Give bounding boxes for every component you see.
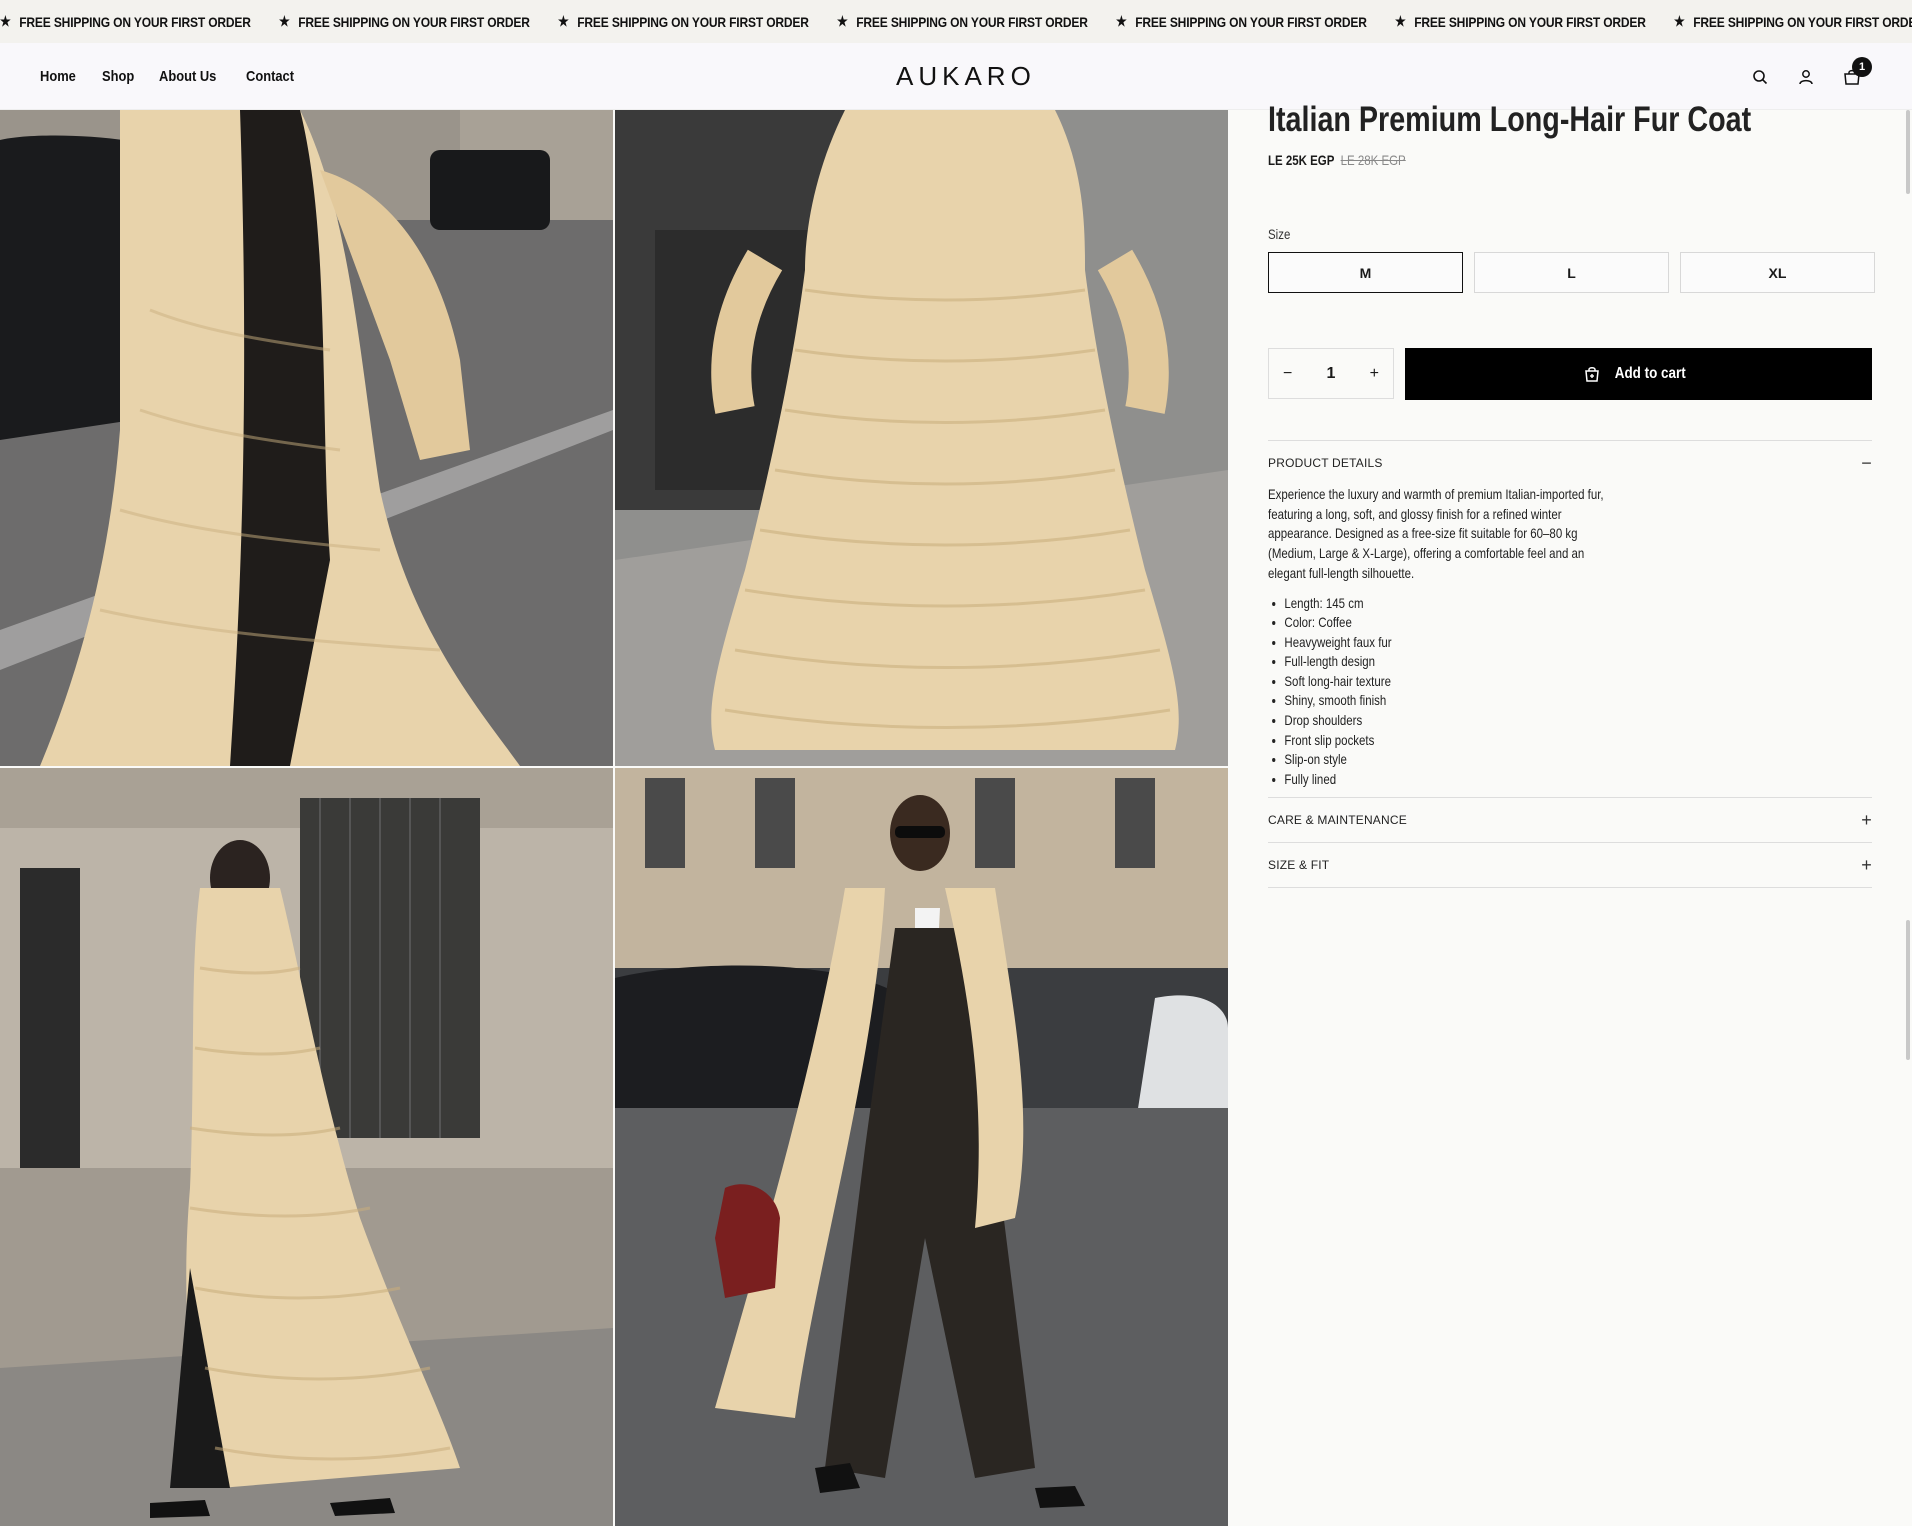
site-logo[interactable]: AUKARO — [896, 61, 1036, 92]
size-option-xl[interactable]: XL — [1680, 252, 1875, 293]
accordion-header-care[interactable]: CARE & MAINTENANCE + — [1268, 798, 1872, 842]
product-image-1[interactable] — [0, 110, 613, 766]
announcement-bar: ★ FREE SHIPPING ON YOUR FIRST ORDER ★ FREE… — [0, 0, 1912, 43]
size-label: Size — [1268, 226, 1291, 242]
account-icon[interactable] — [1796, 67, 1816, 87]
star-icon: ★ — [1395, 13, 1406, 29]
product-image-2[interactable] — [615, 110, 1228, 766]
announcement-item: ★ FREE SHIPPING ON YOUR FIRST ORDER — [837, 13, 1088, 30]
announcement-item: ★ FREE SHIPPING ON YOUR FIRST ORDER — [1674, 13, 1912, 30]
feature-item: Slip-on style — [1284, 750, 1763, 770]
compare-price: LE 28K EGP — [1340, 152, 1406, 168]
announcement-item: ★ FREE SHIPPING ON YOUR FIRST ORDER — [0, 13, 251, 30]
star-icon: ★ — [0, 13, 11, 29]
accordion-header-size-fit[interactable]: SIZE & FIT + — [1268, 843, 1872, 887]
accordion-title: CARE & MAINTENANCE — [1268, 813, 1407, 827]
product-features-list: Length: 145 cm Color: Coffee Heavyweight… — [1268, 594, 1763, 790]
product-title: Italian Premium Long-Hair Fur Coat — [1268, 100, 1752, 139]
search-icon[interactable] — [1750, 67, 1770, 87]
plus-icon: + — [1861, 809, 1872, 830]
accordion-size-fit: SIZE & FIT + — [1268, 842, 1872, 888]
feature-item: Color: Coffee — [1284, 613, 1763, 633]
cart-icon[interactable]: 1 — [1842, 56, 1872, 87]
product-description: Experience the luxury and warmth of prem… — [1268, 486, 1604, 581]
star-icon: ★ — [1116, 13, 1127, 29]
accordion-title: SIZE & FIT — [1268, 858, 1330, 872]
size-option-l[interactable]: L — [1474, 252, 1669, 293]
star-icon: ★ — [837, 13, 848, 29]
main-nav: Home Shop About Us Contact — [40, 43, 302, 110]
nav-about-us[interactable]: About Us — [159, 68, 216, 85]
add-to-cart-button[interactable]: Add to cart — [1405, 348, 1872, 400]
accordion-title: PRODUCT DETAILS — [1268, 456, 1383, 470]
plus-icon: + — [1861, 854, 1872, 875]
product-image-4[interactable] — [615, 768, 1228, 1526]
add-to-cart-label: Add to cart — [1615, 365, 1686, 382]
accordion-care-maintenance: CARE & MAINTENANCE + — [1268, 797, 1872, 842]
feature-item: Front slip pockets — [1284, 731, 1763, 751]
cart-count-badge: 1 — [1852, 56, 1872, 77]
announcement-item: ★ FREE SHIPPING ON YOUR FIRST ORDER — [1395, 13, 1646, 30]
size-option-m[interactable]: M — [1268, 252, 1463, 293]
header-actions: 1 — [1750, 43, 1872, 110]
feature-item: Drop shoulders — [1284, 711, 1763, 731]
feature-item: Soft long-hair texture — [1284, 672, 1763, 692]
nav-shop[interactable]: Shop — [102, 68, 134, 85]
quantity-value[interactable]: 1 — [1327, 365, 1336, 383]
scrollbar[interactable] — [1904, 110, 1912, 1526]
announcement-item: ★ FREE SHIPPING ON YOUR FIRST ORDER — [1116, 13, 1367, 30]
quantity-stepper: − 1 + — [1268, 348, 1394, 399]
accordion-body: Experience the luxury and warmth of prem… — [1268, 485, 1872, 789]
feature-item: Shiny, smooth finish — [1284, 691, 1763, 711]
minus-icon[interactable]: − — [1283, 365, 1292, 383]
plus-icon[interactable]: + — [1370, 365, 1379, 383]
feature-item: Length: 145 cm — [1284, 594, 1763, 614]
cart-add-icon — [1585, 367, 1600, 382]
star-icon: ★ — [279, 13, 290, 29]
minus-icon: − — [1861, 452, 1872, 473]
accordion-product-details: PRODUCT DETAILS − Experience the luxury … — [1268, 440, 1872, 789]
scrollbar-thumb[interactable] — [1906, 110, 1910, 194]
sale-price: LE 25K EGP — [1268, 152, 1335, 168]
product-price: LE 25K EGP LE 28K EGP — [1268, 152, 1406, 168]
nav-home[interactable]: Home — [40, 68, 76, 85]
star-icon: ★ — [1674, 13, 1685, 29]
feature-item: Heavyweight faux fur — [1284, 633, 1763, 653]
size-selector: M L XL — [1268, 252, 1875, 293]
feature-item: Fully lined — [1284, 770, 1763, 790]
announcement-item: ★ FREE SHIPPING ON YOUR FIRST ORDER — [279, 13, 530, 30]
announcement-item: ★ FREE SHIPPING ON YOUR FIRST ORDER — [558, 13, 809, 30]
product-image-3[interactable] — [0, 768, 613, 1526]
accordion-header-product-details[interactable]: PRODUCT DETAILS − — [1268, 441, 1872, 485]
star-icon: ★ — [558, 13, 569, 29]
product-gallery — [0, 110, 1228, 1526]
nav-contact[interactable]: Contact — [246, 68, 294, 85]
feature-item: Full-length design — [1284, 652, 1763, 672]
scrollbar-thumb[interactable] — [1906, 920, 1910, 1060]
